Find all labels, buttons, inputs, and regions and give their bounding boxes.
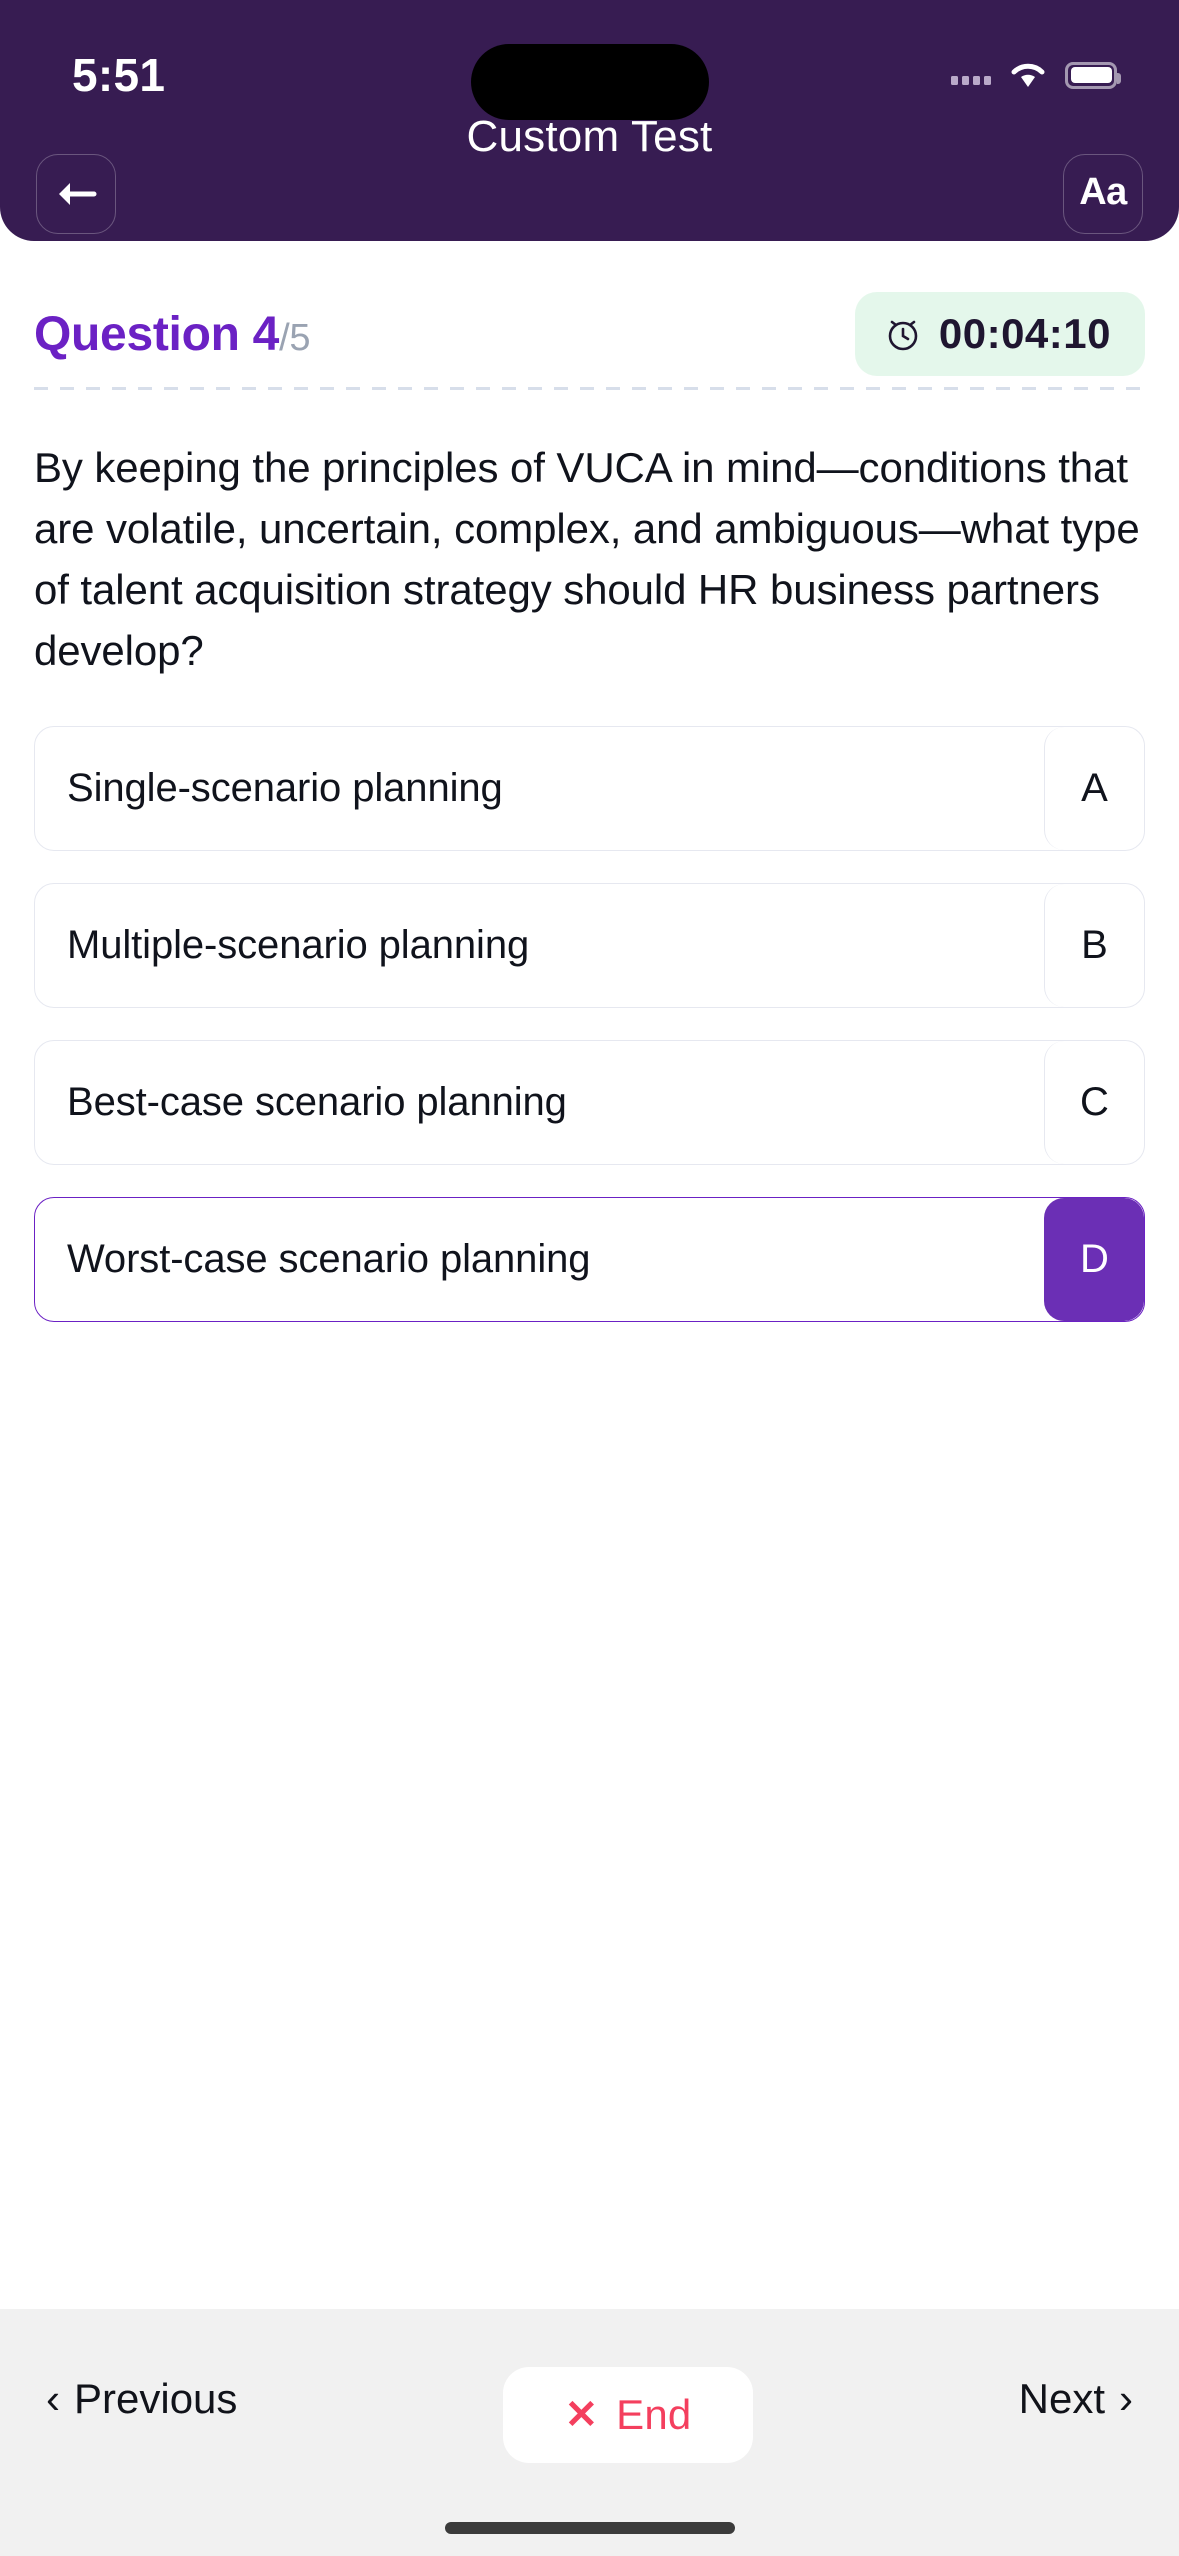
app-header: 5:51 Aa Custom Test — [0, 0, 1179, 241]
answer-option-letter: B — [1044, 883, 1144, 1007]
question-counter-label: Question — [34, 307, 253, 361]
answer-option-letter: A — [1044, 726, 1144, 850]
end-button-label: End — [616, 2391, 692, 2438]
bottom-navigation-bar: ‹ Previous ✕ End Next › — [0, 2309, 1179, 2556]
timer-badge: 00:04:10 — [854, 292, 1145, 376]
answer-option-letter: D — [1044, 1197, 1144, 1321]
cellular-signal-icon — [951, 65, 991, 85]
question-counter: Question 4/5 — [34, 307, 310, 362]
question-counter-total: /5 — [279, 316, 311, 359]
answer-option-b[interactable]: Multiple-scenario planning B — [34, 882, 1145, 1008]
home-indicator — [444, 2522, 735, 2534]
timer-value: 00:04:10 — [938, 310, 1111, 357]
chevron-right-icon: › — [1119, 2375, 1133, 2422]
previous-button-label: Previous — [74, 2375, 238, 2422]
question-content: Question 4/5 00:04:10 By keeping the pri… — [0, 241, 1179, 2309]
app-screen: 5:51 Aa Custom Test Question 4/5 00:04:1… — [0, 0, 1179, 2556]
answer-option-c[interactable]: Best-case scenario planning C — [34, 1039, 1145, 1165]
back-arrow-icon — [59, 182, 97, 205]
previous-button[interactable]: ‹ Previous — [46, 2375, 237, 2423]
wifi-icon — [1008, 60, 1048, 90]
answer-option-a[interactable]: Single-scenario planning A — [34, 725, 1145, 851]
question-text: By keeping the principles of VUCA in min… — [34, 444, 1140, 674]
next-button[interactable]: Next › — [1019, 2375, 1133, 2423]
answer-options-list: Single-scenario planning A Multiple-scen… — [34, 725, 1145, 1322]
answer-option-text: Worst-case scenario planning — [67, 1236, 591, 1281]
dynamic-island — [470, 44, 709, 120]
answer-option-text: Multiple-scenario planning — [67, 922, 530, 967]
status-bar: 5:51 — [0, 34, 1179, 120]
status-bar-time: 5:51 — [72, 49, 166, 101]
next-button-label: Next — [1018, 2375, 1105, 2422]
answer-option-letter: C — [1044, 1040, 1144, 1164]
font-size-button[interactable]: Aa — [1063, 153, 1143, 234]
status-bar-icons — [951, 56, 1121, 90]
question-counter-current: 4 — [252, 307, 280, 361]
battery-icon — [1065, 61, 1121, 89]
chevron-left-icon: ‹ — [46, 2375, 60, 2422]
end-button[interactable]: ✕ End — [502, 2367, 754, 2463]
alarm-clock-icon — [888, 320, 918, 351]
section-divider — [34, 387, 1145, 390]
answer-option-d[interactable]: Worst-case scenario planning D — [34, 1196, 1145, 1322]
question-meta-row: Question 4/5 00:04:10 — [34, 241, 1145, 379]
close-x-icon: ✕ — [564, 2393, 599, 2437]
answer-option-text: Best-case scenario planning — [67, 1079, 567, 1124]
answer-option-text: Single-scenario planning — [67, 765, 503, 810]
back-button[interactable] — [36, 153, 116, 234]
